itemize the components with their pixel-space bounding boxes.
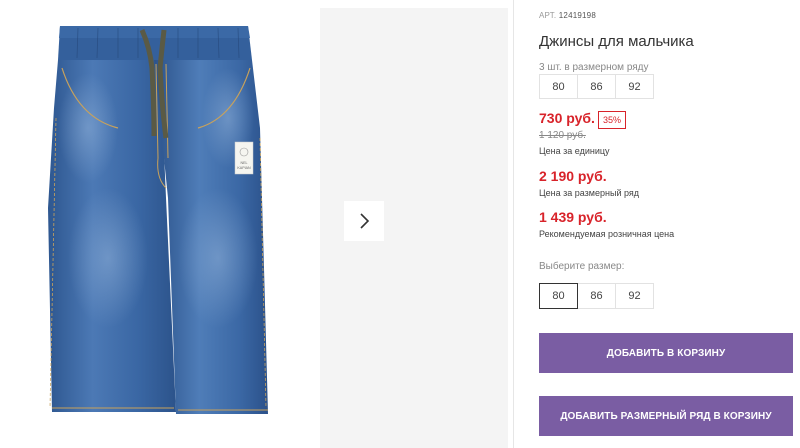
size-option-86[interactable]: 86 [577,283,616,309]
add-to-cart-button[interactable]: Добавить в корзину [539,333,793,373]
price-size-row-caption: Цена за размерный ряд [539,188,640,198]
size-option-92[interactable]: 92 [615,283,654,309]
size-row-item: 80 [539,74,578,99]
tag-line-1: NEL [241,161,248,165]
article-value: 12419198 [558,11,596,20]
old-price: 1 120 руб. [539,130,586,141]
choose-size-label: Выберите размер: [539,261,625,272]
price-size-row: 2 190 руб. [539,168,607,184]
size-row-item: 86 [577,74,616,99]
article-label: АРТ. [539,11,557,20]
price-retail: 1 439 руб. [539,209,607,225]
product-main-image[interactable]: NEL KAPIAN [0,0,300,448]
price-unit: 730 руб. [539,110,595,126]
gallery-next-button[interactable] [344,201,384,241]
article-number: АРТ. 12419198 [539,11,596,20]
add-size-row-to-cart-button[interactable]: Добавить размерный ряд в корзину [539,396,793,436]
price-unit-caption: Цена за единицу [539,146,610,156]
size-option-80[interactable]: 80 [539,283,578,309]
tag-line-2: KAPIAN [237,166,251,170]
jeans-image: NEL KAPIAN [48,26,268,414]
divider [513,0,514,448]
product-title: Джинсы для мальчика [539,33,694,50]
discount-badge: 35% [598,111,627,129]
price-retail-caption: Рекомендуемая розничная цена [539,229,675,239]
size-row-list: 80 86 92 [539,74,654,99]
chevron-right-icon [360,213,370,229]
size-selector: 80 86 92 [539,283,654,309]
size-row-count: 3 шт. в размерном ряду [539,62,649,73]
size-row-item: 92 [615,74,654,99]
